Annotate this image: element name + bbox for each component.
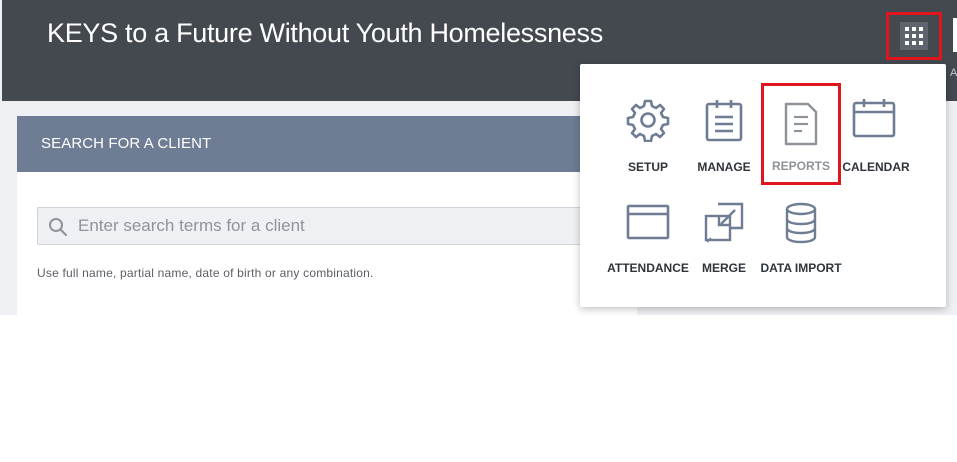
menu-label-reports: REPORTS — [771, 159, 831, 173]
card-title: SEARCH FOR A CLIENT — [41, 135, 212, 152]
search-hint: Use full name, partial name, date of bir… — [37, 266, 374, 280]
gear-icon — [626, 99, 670, 142]
menu-item-calendar[interactable]: CALENDAR — [840, 94, 912, 182]
menu-item-attendance[interactable]: ATTENDANCE — [600, 200, 696, 280]
menu-item-setup[interactable]: SETUP — [600, 94, 696, 182]
menu-label-manage: MANAGE — [697, 160, 751, 174]
calendar-icon — [852, 99, 896, 138]
search-icon — [49, 218, 68, 237]
menu-label-calendar: CALENDAR — [842, 160, 910, 174]
header-edge-block — [953, 18, 957, 52]
search-input[interactable] — [78, 208, 618, 244]
database-icon — [785, 202, 817, 244]
card-header: SEARCH FOR A CLIENT — [17, 116, 637, 172]
menu-item-manage[interactable]: MANAGE — [688, 94, 760, 182]
header-edge-text: AR — [950, 67, 957, 79]
clipboard-icon — [705, 100, 743, 142]
apps-menu-button[interactable] — [886, 12, 942, 60]
search-box[interactable] — [37, 207, 637, 245]
apps-menu: SETUP MANAGE REPORTS CALENDAR ATTENDANCE… — [580, 64, 946, 307]
grid-icon — [900, 22, 928, 50]
menu-label-data-import: DATA IMPORT — [760, 261, 842, 275]
document-icon — [784, 102, 818, 146]
menu-item-merge[interactable]: MERGE — [688, 200, 760, 280]
menu-item-data-import[interactable]: DATA IMPORT — [756, 200, 846, 280]
menu-label-attendance: ATTENDANCE — [607, 261, 689, 275]
merge-icon — [704, 202, 744, 243]
app-title: KEYS to a Future Without Youth Homelessn… — [47, 18, 603, 48]
browser-window-icon — [626, 204, 670, 240]
menu-label-merge: MERGE — [701, 261, 747, 275]
menu-item-reports[interactable]: REPORTS — [761, 83, 841, 185]
search-client-card: SEARCH FOR A CLIENT Use full name, parti… — [17, 116, 637, 315]
menu-label-setup: SETUP — [627, 160, 669, 174]
